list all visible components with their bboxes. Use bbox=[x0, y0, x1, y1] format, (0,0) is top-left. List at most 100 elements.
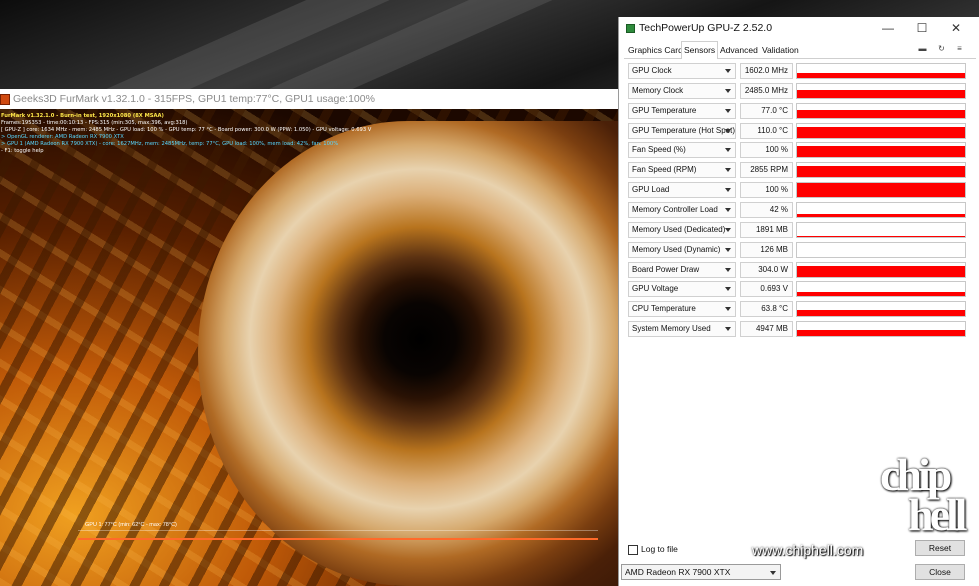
furmark-titlebar[interactable]: Geeks3D FurMark v1.32.1.0 - 315FPS, GPU1… bbox=[0, 89, 618, 109]
osd-line: > OpenGL renderer: AMD Radeon RX 7900 XT… bbox=[1, 134, 124, 140]
chevron-down-icon bbox=[725, 228, 731, 232]
osd-line: > GPU 1 (AMD Radeon RX 7900 XTX) - core:… bbox=[1, 141, 339, 147]
sensor-value: 2485.0 MHz bbox=[740, 83, 793, 99]
furmark-app-icon bbox=[0, 93, 10, 105]
watermark-logo-line: hell bbox=[908, 489, 968, 540]
tab-validation[interactable]: Validation bbox=[760, 43, 801, 59]
gpuz-title: TechPowerUp GPU-Z 2.52.0 bbox=[639, 22, 773, 34]
tab-advanced[interactable]: Advanced bbox=[718, 43, 760, 59]
osd-line: FurMark v1.32.1.0 - Burn-in test, 1920x1… bbox=[1, 113, 164, 119]
sensor-name-dropdown[interactable]: Memory Used (Dedicated) bbox=[628, 222, 736, 238]
chevron-down-icon bbox=[725, 188, 731, 192]
sensor-name-dropdown[interactable]: GPU Load bbox=[628, 182, 736, 198]
refresh-icon[interactable]: ↻ bbox=[937, 44, 946, 53]
sensor-graph bbox=[796, 262, 966, 278]
gpuz-titlebar[interactable]: TechPowerUp GPU-Z 2.52.0 — ☐ ✕ bbox=[619, 17, 979, 40]
sensor-name-dropdown[interactable]: Memory Controller Load bbox=[628, 202, 736, 218]
sensor-graph-fill bbox=[797, 127, 965, 138]
sensor-graph bbox=[796, 103, 966, 119]
sensor-graph bbox=[796, 242, 966, 258]
chevron-down-icon bbox=[725, 109, 731, 113]
sensor-name-dropdown[interactable]: Fan Speed (RPM) bbox=[628, 162, 736, 178]
close-window-button[interactable]: ✕ bbox=[939, 17, 973, 40]
sensor-name-dropdown[interactable]: GPU Clock bbox=[628, 63, 736, 79]
sensor-graph bbox=[796, 83, 966, 99]
sensor-graph-fill bbox=[797, 73, 965, 78]
sensor-name-dropdown[interactable]: Fan Speed (%) bbox=[628, 142, 736, 158]
chevron-down-icon bbox=[725, 148, 731, 152]
sensor-value: 1602.0 MHz bbox=[740, 63, 793, 79]
minimize-button[interactable]: — bbox=[871, 17, 905, 40]
camera-icon[interactable]: ▬ bbox=[918, 44, 927, 53]
sensor-row: System Memory Used 4947 MB bbox=[628, 321, 968, 339]
osd-line: Frames:195353 - time:00:10:13 - FPS:315 … bbox=[1, 120, 188, 126]
chevron-down-icon bbox=[725, 69, 731, 73]
sensor-row: Fan Speed (%) 100 % bbox=[628, 142, 968, 160]
tab-graphics-card[interactable]: Graphics Card bbox=[626, 43, 685, 59]
sensor-value: 77.0 °C bbox=[740, 103, 793, 119]
sensor-name: System Memory Used bbox=[632, 324, 711, 333]
sensor-row: Memory Controller Load 42 % bbox=[628, 202, 968, 220]
sensor-graph-fill bbox=[797, 183, 965, 197]
sensor-graph-fill bbox=[797, 266, 965, 277]
sensor-graph-fill bbox=[797, 90, 965, 98]
chevron-down-icon bbox=[725, 268, 731, 272]
sensor-graph bbox=[796, 301, 966, 317]
sensor-value: 126 MB bbox=[740, 242, 793, 258]
sensor-graph bbox=[796, 123, 966, 139]
chevron-down-icon bbox=[725, 307, 731, 311]
sensor-value: 100 % bbox=[740, 142, 793, 158]
sensor-name-dropdown[interactable]: GPU Temperature bbox=[628, 103, 736, 119]
sensor-value: 0.693 V bbox=[740, 281, 793, 297]
sensor-name: CPU Temperature bbox=[632, 304, 696, 313]
sensor-graph-fill bbox=[797, 310, 965, 316]
sensor-name: Memory Clock bbox=[632, 86, 684, 95]
chevron-down-icon bbox=[725, 248, 731, 252]
sensor-name: GPU Clock bbox=[632, 66, 672, 75]
sensor-name: Memory Controller Load bbox=[632, 205, 718, 214]
sensor-row: GPU Temperature 77.0 °C bbox=[628, 103, 968, 121]
sensor-name-dropdown[interactable]: GPU Temperature (Hot Spot) bbox=[628, 123, 736, 139]
sensor-value: 1891 MB bbox=[740, 222, 793, 238]
maximize-button[interactable]: ☐ bbox=[905, 17, 939, 40]
sensor-value: 110.0 °C bbox=[740, 123, 793, 139]
furmark-title: Geeks3D FurMark v1.32.1.0 - 315FPS, GPU1… bbox=[13, 93, 375, 105]
temperature-graph-line bbox=[78, 538, 598, 540]
log-to-file-checkbox[interactable] bbox=[628, 545, 638, 555]
gpuz-app-icon bbox=[626, 24, 635, 33]
gpu-select-dropdown[interactable]: AMD Radeon RX 7900 XTX bbox=[621, 564, 781, 580]
sensor-name-dropdown[interactable]: Memory Used (Dynamic) bbox=[628, 242, 736, 258]
sensor-name-dropdown[interactable]: CPU Temperature bbox=[628, 301, 736, 317]
sensor-graph bbox=[796, 182, 966, 198]
sensor-name-dropdown[interactable]: Memory Clock bbox=[628, 83, 736, 99]
sensor-name: GPU Load bbox=[632, 185, 670, 194]
sensor-graph bbox=[796, 321, 966, 337]
fur-donut-render bbox=[198, 121, 618, 586]
sensor-row: GPU Clock 1602.0 MHz bbox=[628, 63, 968, 81]
sensor-row: Memory Clock 2485.0 MHz bbox=[628, 83, 968, 101]
chevron-down-icon bbox=[725, 208, 731, 212]
sensor-row: GPU Temperature (Hot Spot) 110.0 °C bbox=[628, 123, 968, 141]
sensor-name: Memory Used (Dedicated) bbox=[632, 225, 726, 234]
temperature-graph-label: GPU 1: 77°C (min: 62°C - max: 78°C) bbox=[85, 522, 177, 528]
furmark-osd: FurMark v1.32.1.0 - Burn-in test, 1920x1… bbox=[0, 113, 380, 155]
sensor-name-dropdown[interactable]: System Memory Used bbox=[628, 321, 736, 337]
sensor-graph bbox=[796, 162, 966, 178]
log-to-file-label[interactable]: Log to file bbox=[641, 544, 678, 554]
watermark-logo: chip hell bbox=[880, 452, 978, 575]
sensor-name-dropdown[interactable]: GPU Voltage bbox=[628, 281, 736, 297]
tab-sensors[interactable]: Sensors bbox=[681, 41, 719, 59]
sensor-graph bbox=[796, 202, 966, 218]
chevron-down-icon bbox=[725, 287, 731, 291]
sensor-graph-fill bbox=[797, 330, 965, 336]
sensor-row: Board Power Draw 304.0 W bbox=[628, 262, 968, 280]
sensor-name-dropdown[interactable]: Board Power Draw bbox=[628, 262, 736, 278]
furmark-window[interactable]: Geeks3D FurMark v1.32.1.0 - 315FPS, GPU1… bbox=[0, 89, 618, 586]
sensor-row: GPU Load 100 % bbox=[628, 182, 968, 200]
chevron-down-icon bbox=[725, 327, 731, 331]
sensor-graph-fill bbox=[797, 146, 965, 157]
chevron-down-icon bbox=[725, 129, 731, 133]
sensor-graph bbox=[796, 222, 966, 238]
menu-icon[interactable]: ≡ bbox=[955, 44, 964, 53]
sensor-graph-fill bbox=[797, 110, 965, 118]
